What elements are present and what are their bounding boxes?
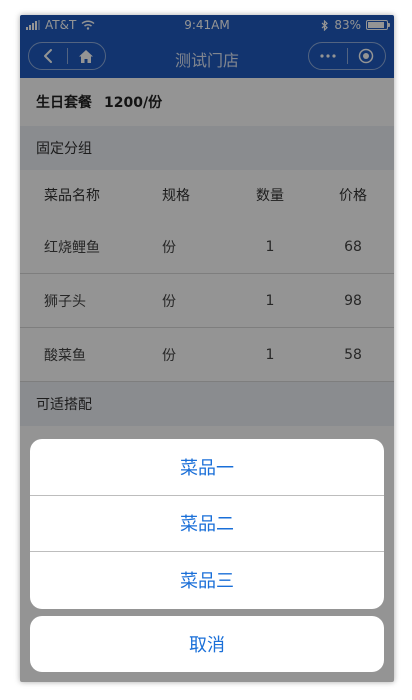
action-sheet: 菜品一 菜品二 菜品三	[30, 439, 384, 609]
action-item-dish-3[interactable]: 菜品三	[30, 552, 384, 609]
action-item-dish-1[interactable]: 菜品一	[30, 439, 384, 496]
phone-screen: AT&T 9:41AM 83% 测试门店 生日套餐 1200/份 固定分组 菜品…	[20, 15, 394, 682]
action-item-dish-2[interactable]: 菜品二	[30, 496, 384, 553]
cancel-button[interactable]: 取消	[30, 616, 384, 672]
